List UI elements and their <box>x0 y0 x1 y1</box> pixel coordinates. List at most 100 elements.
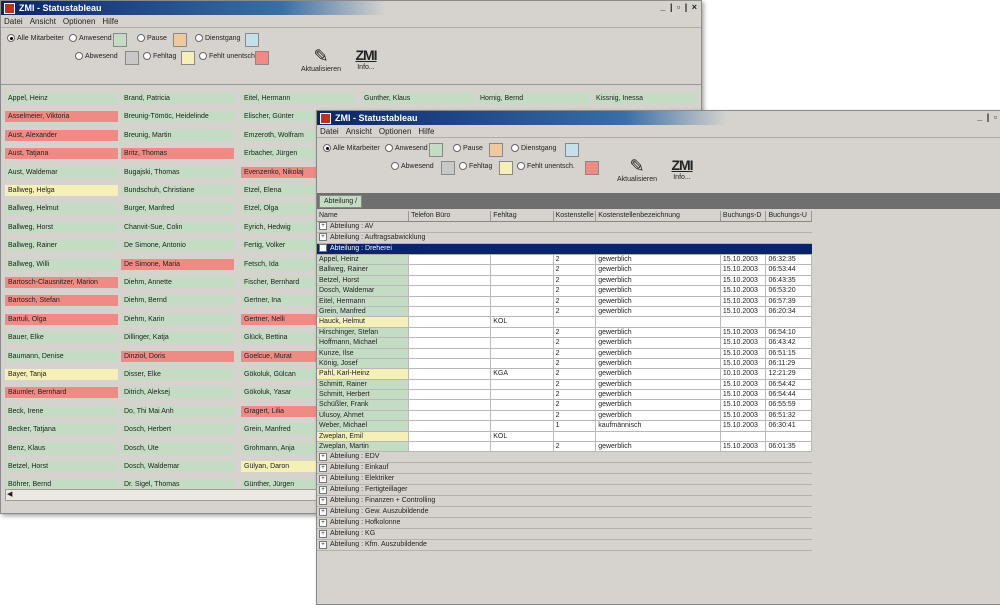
group-by-tag[interactable]: Abteilung / <box>319 195 363 208</box>
expand-icon[interactable]: + <box>319 222 327 231</box>
employee-tile[interactable]: Asselmeier, Viktoria <box>5 111 118 123</box>
filter-present-radio[interactable]: Anwesend <box>69 34 112 42</box>
filter-unexcused-radio[interactable]: Fehlt unentsch. <box>517 162 575 170</box>
table-row[interactable]: Ulusoy, Ahmet 2 gewerblich 15.10.2003 06:51:… <box>317 410 812 422</box>
employee-tile[interactable]: Dosch, Waldemar <box>121 461 234 472</box>
menu-optionen[interactable]: Optionen <box>379 127 411 136</box>
filter-business-trip-radio[interactable]: Dienstgang <box>511 144 556 152</box>
filter-absent-radio[interactable]: Abwesend <box>391 162 434 170</box>
table-row[interactable]: Zweplan, Martin 2 gewerblich 15.10.2003 06:0… <box>317 442 812 453</box>
filter-present-radio[interactable]: Anwesend <box>385 144 428 152</box>
title-bar[interactable]: ZMI - Statustableau _ | ▫ | × <box>1 1 701 15</box>
expand-icon[interactable]: + <box>319 474 327 483</box>
table-row[interactable]: Appel, Heinz 2 gewerblich 15.10.2003 06:32:3… <box>317 255 812 266</box>
table-row[interactable]: Hirschinger, Stefan 2 gewerblich 15.10.2003… <box>317 327 812 339</box>
expand-icon[interactable]: + <box>319 485 327 494</box>
table-row[interactable]: Schmitt, Herbert 2 gewerblich 15.10.2003 06:… <box>317 390 812 401</box>
employee-tile[interactable]: Breunig, Martin <box>121 129 234 141</box>
employee-tile[interactable]: Burger, Manfred <box>121 203 234 215</box>
group-row[interactable]: + Abteilung : Fertigteillager <box>317 485 812 497</box>
window-controls-icon[interactable]: _ | ▫ | × <box>661 2 699 12</box>
filter-business-trip-radio[interactable]: Dienstgang <box>195 34 240 42</box>
group-row[interactable]: + Abteilung : AV <box>317 222 812 233</box>
employee-tile[interactable]: Hornig, Bernd <box>477 93 590 104</box>
table-row[interactable]: Schüßler, Frank 2 gewerblich 15.10.2003 06:5… <box>317 400 812 411</box>
employee-tile[interactable]: Dillinger, Katja <box>121 332 234 344</box>
refresh-button[interactable]: ✎ Aktualisieren <box>297 46 345 73</box>
employee-tile[interactable]: Eitel, Hermann <box>241 93 354 104</box>
filter-all-radio[interactable]: Alle Mitarbeiter <box>7 34 64 42</box>
group-row[interactable]: + Abteilung : Finanzen + Controlling <box>317 496 812 508</box>
table-row[interactable]: Ballweg, Rainer 2 gewerblich 15.10.2003 06:5… <box>317 265 812 276</box>
employee-tile[interactable]: Brand, Patricia <box>121 93 234 104</box>
filter-all-radio[interactable]: Alle Mitarbeiter <box>323 144 380 152</box>
header-booking-time[interactable]: Buchungs-U <box>766 211 812 221</box>
employee-tile[interactable]: Britz, Thomas <box>121 148 234 160</box>
table-row[interactable]: Grein, Manfred 2 gewerblich 15.10.2003 06:20… <box>317 306 812 318</box>
header-phone[interactable]: Telefon Büro <box>409 211 492 221</box>
refresh-button[interactable]: ✎ Aktualisieren <box>613 156 661 183</box>
employee-tile[interactable]: Diehm, Bernd <box>121 295 234 307</box>
employee-tile[interactable]: Dosch, Ute <box>121 442 234 454</box>
employee-tile[interactable]: Kissnig, Inessa <box>593 93 696 104</box>
expand-icon[interactable]: + <box>319 496 327 505</box>
employee-tile[interactable]: Bugajski, Thomas <box>121 166 234 178</box>
expand-icon[interactable]: + <box>319 518 327 527</box>
expand-icon[interactable]: + <box>319 529 327 538</box>
filter-pause-radio[interactable]: Pause <box>137 34 167 42</box>
group-row[interactable]: + Abteilung : Hofkolonne <box>317 518 812 530</box>
info-button[interactable]: ZMI Info... <box>667 156 697 181</box>
employee-tile[interactable]: Ditrich, Aleksej <box>121 387 234 399</box>
menu-ansicht[interactable]: Ansicht <box>30 17 56 26</box>
expand-icon[interactable]: + <box>319 507 327 516</box>
group-row[interactable]: + Abteilung : KG <box>317 529 812 541</box>
info-button[interactable]: ZMI Info... <box>351 46 381 71</box>
employee-tile[interactable]: Bäumler, Bernhard <box>5 387 118 399</box>
expand-icon[interactable]: + <box>319 540 327 549</box>
group-row[interactable]: + Abteilung : Einkauf <box>317 463 812 475</box>
table-row[interactable]: Weber, Michael 1 kaufmännisch 15.10.2003 06:… <box>317 421 812 432</box>
expand-icon[interactable]: + <box>319 463 327 472</box>
employee-tile[interactable]: Bauer, Elke <box>5 332 118 344</box>
table-row[interactable]: Kunze, Ilse 2 gewerblich 15.10.2003 06:51:15 <box>317 348 812 359</box>
menu-hilfe[interactable]: Hilfe <box>102 17 118 26</box>
table-row[interactable]: Eitel, Hermann 2 gewerblich 15.10.2003 06:57… <box>317 296 812 307</box>
employee-tile[interactable]: Ballweg, Horst <box>5 221 118 233</box>
group-row[interactable]: + Abteilung : Gew. Auszubildende <box>317 507 812 519</box>
employee-tile[interactable]: Bartuli, Olga <box>5 313 118 325</box>
menu-hilfe[interactable]: Hilfe <box>418 127 434 136</box>
filter-absence-day-radio[interactable]: Fehltag <box>459 162 492 170</box>
window-controls-icon[interactable]: _ | ▫ <box>977 112 998 122</box>
filter-absent-radio[interactable]: Abwesend <box>75 52 118 60</box>
title-bar[interactable]: ZMI - Statustableau _ | ▫ <box>317 111 1000 125</box>
table-row[interactable]: König, Josef 2 gewerblich 15.10.2003 06:11:2… <box>317 358 812 370</box>
employee-tile[interactable]: Ballweg, Helga <box>5 185 118 196</box>
group-row[interactable]: − Abteilung : Dreherei <box>317 244 812 255</box>
header-cost-center[interactable]: Kostenstelle <box>554 211 597 221</box>
employee-tile[interactable]: Aust, Tatjana <box>5 148 118 160</box>
menu-optionen[interactable]: Optionen <box>63 17 95 26</box>
employee-tile[interactable]: Diehm, Karin <box>121 313 234 325</box>
filter-unexcused-radio[interactable]: Fehlt unentsch. <box>199 52 257 60</box>
employee-tile[interactable]: De Simone, Maria <box>121 258 234 270</box>
employee-tile[interactable]: Ballweg, Helmut <box>5 203 118 215</box>
employee-tile[interactable]: Betzel, Horst <box>5 461 118 472</box>
group-row[interactable]: + Abteilung : EDV <box>317 452 812 464</box>
employee-tile[interactable]: Aust, Alexander <box>5 129 118 141</box>
scroll-left-icon[interactable]: ◀ <box>7 490 12 498</box>
menu-ansicht[interactable]: Ansicht <box>346 127 372 136</box>
employee-tile[interactable]: Beck, Irene <box>5 405 118 417</box>
employee-tile[interactable]: Bartosch-Clausnitzer, Marion <box>5 277 118 288</box>
employee-tile[interactable]: De Simone, Antonio <box>121 240 234 252</box>
group-row[interactable]: + Abteilung : Kfm. Auszubildende <box>317 540 812 552</box>
expand-icon[interactable]: + <box>319 233 327 242</box>
filter-absence-day-radio[interactable]: Fehltag <box>143 52 176 60</box>
collapse-icon[interactable]: − <box>319 244 327 253</box>
table-row[interactable]: Hoffmann, Michael 2 gewerblich 15.10.2003 06… <box>317 338 812 349</box>
header-cost-center-desc[interactable]: Kostenstellenbezeichnung <box>596 211 721 221</box>
menu-datei[interactable]: Datei <box>4 17 23 26</box>
employee-tile[interactable]: Benz, Klaus <box>5 442 118 454</box>
table-row[interactable]: Hauck, Helmut KOL <box>317 317 812 328</box>
employee-tile[interactable]: Becker, Tatjana <box>5 424 118 436</box>
filter-pause-radio[interactable]: Pause <box>453 144 483 152</box>
